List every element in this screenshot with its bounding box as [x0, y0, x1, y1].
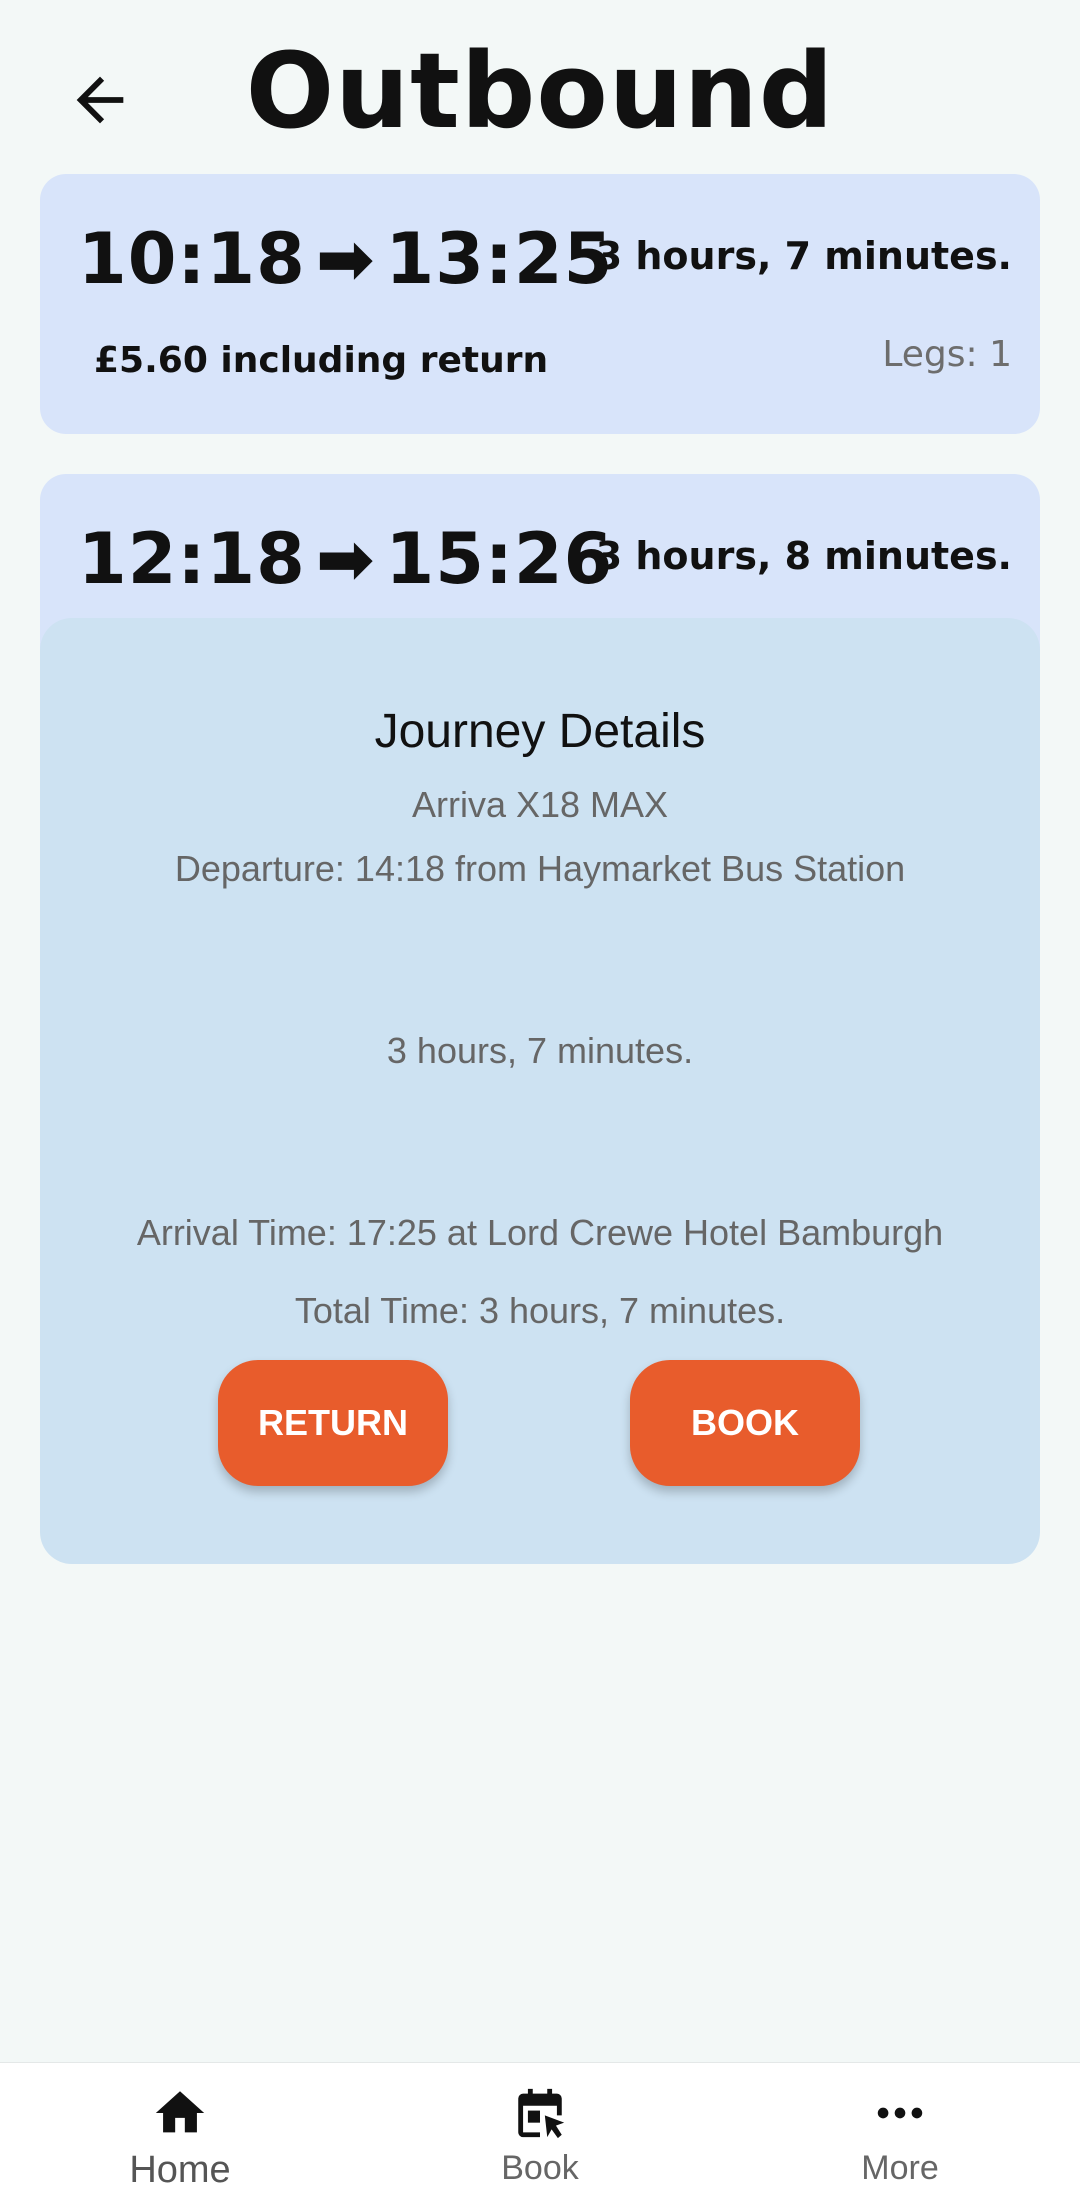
- home-icon: [155, 2091, 205, 2133]
- nav-item-book[interactable]: Book: [440, 2083, 640, 2188]
- nav-label-more: More: [861, 2149, 939, 2187]
- return-button[interactable]: RETURN: [218, 1360, 448, 1486]
- total-time-text: Total Time: 3 hours, 7 minutes.: [294, 1290, 786, 1331]
- bottom-nav: Home Book More: [0, 2062, 1080, 2211]
- journey-legs: Legs: 1: [882, 334, 1012, 375]
- arrival-text: Arrival Time: 17:25 at Lord Crewe Hotel …: [136, 1212, 944, 1253]
- arrival-time: 13:25: [385, 218, 614, 300]
- calendar-click-icon: [518, 2088, 565, 2139]
- journey-duration: 3 hours, 7 minutes.: [595, 234, 1012, 278]
- departure-time: 10:18: [78, 218, 306, 300]
- duration-text: 3 hours, 7 minutes.: [386, 1030, 694, 1071]
- journey-times: 12:18 ➡ 15:26: [78, 518, 613, 600]
- sheet-title: Journey Details: [374, 705, 706, 758]
- book-button[interactable]: BOOK: [630, 1360, 860, 1486]
- page-title: Outbound: [245, 30, 835, 152]
- departure-time: 12:18: [78, 518, 306, 600]
- more-horizontal-icon: [877, 2107, 923, 2119]
- journey-price: £5.60 including return: [94, 340, 549, 381]
- departure-text: Departure: 14:18 from Haymarket Bus Stat…: [174, 848, 906, 889]
- operator-text: Arriva X18 MAX: [411, 784, 669, 825]
- arrow-right-icon: ➡: [315, 218, 376, 300]
- nav-label-home: Home: [129, 2149, 231, 2191]
- arrow-right-icon: ➡: [315, 518, 376, 600]
- journey-duration: 3 hours, 8 minutes.: [595, 534, 1012, 578]
- journey-details-sheet: Journey Details Arriva X18 MAX Departure…: [40, 618, 1040, 1564]
- arrival-time: 15:26: [385, 518, 614, 600]
- journey-times: 10:18 ➡ 13:25: [78, 218, 613, 300]
- nav-item-home[interactable]: Home: [80, 2083, 280, 2192]
- nav-item-more[interactable]: More: [800, 2083, 1000, 2188]
- app-header: Outbound: [0, 0, 1080, 170]
- journey-card[interactable]: 10:18 ➡ 13:25 3 hours, 7 minutes. £5.60 in…: [40, 174, 1040, 434]
- nav-label-book: Book: [501, 2149, 579, 2187]
